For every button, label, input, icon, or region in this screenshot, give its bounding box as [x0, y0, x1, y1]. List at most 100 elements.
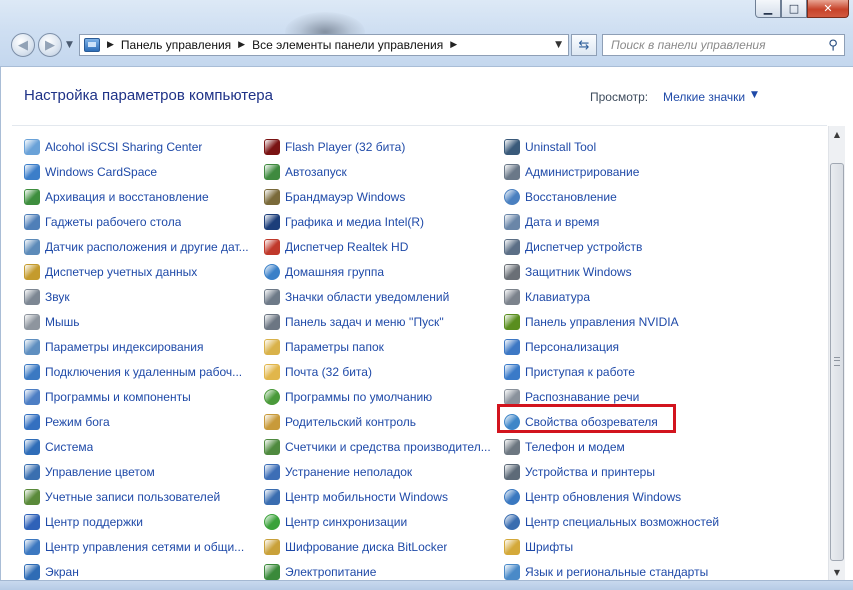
- control-panel-item[interactable]: Мышь: [24, 309, 249, 334]
- control-panel-item[interactable]: Alcohol iSCSI Sharing Center: [24, 134, 249, 159]
- control-panel-item[interactable]: Учетные записи пользователей: [24, 484, 249, 509]
- windows-update-icon: [504, 488, 520, 505]
- control-panel-item-label: Счетчики и средства производител...: [285, 439, 491, 454]
- display-icon: [24, 563, 40, 580]
- control-panel-item[interactable]: Датчик расположения и другие дат...: [24, 234, 249, 259]
- items-column-2: Flash Player (32 бита) Автозапуск Брандмау…: [264, 134, 491, 584]
- control-panel-item[interactable]: Центр поддержки: [24, 509, 249, 534]
- control-panel-item[interactable]: Диспетчер устройств: [504, 234, 719, 259]
- control-panel-item[interactable]: Режим бога: [24, 409, 249, 434]
- control-panel-item-label: Шифрование диска BitLocker: [285, 539, 448, 554]
- keyboard-icon: [504, 288, 520, 305]
- control-panel-item[interactable]: Счетчики и средства производител...: [264, 434, 491, 459]
- remote-desktop-icon: [24, 363, 40, 380]
- control-panel-item[interactable]: Управление цветом: [24, 459, 249, 484]
- control-panel-item-label: Клавиатура: [525, 289, 590, 304]
- back-button[interactable]: ◀: [11, 33, 35, 57]
- control-panel-item[interactable]: Защитник Windows: [504, 259, 719, 284]
- scroll-down-icon[interactable]: ▼: [829, 564, 845, 581]
- control-panel-item[interactable]: Центр обновления Windows: [504, 484, 719, 509]
- control-panel-item[interactable]: Клавиатура: [504, 284, 719, 309]
- control-panel-item[interactable]: Центр мобильности Windows: [264, 484, 491, 509]
- breadcrumb-separator-icon[interactable]: ▶: [107, 40, 114, 50]
- view-by-chevron-down-icon[interactable]: ▼: [751, 90, 758, 100]
- control-panel-icon: [84, 38, 100, 52]
- control-panel-item[interactable]: Восстановление: [504, 184, 719, 209]
- control-panel-item[interactable]: Брандмауэр Windows: [264, 184, 491, 209]
- highlight-box: [497, 404, 676, 433]
- parental-controls-icon: [264, 413, 280, 430]
- control-panel-item[interactable]: Flash Player (32 бита): [264, 134, 491, 159]
- view-by-dropdown[interactable]: Мелкие значки: [663, 90, 745, 104]
- control-panel-item-label: Панель управления NVIDIA: [525, 314, 679, 329]
- scrollbar-thumb[interactable]: [830, 163, 844, 561]
- control-panel-item[interactable]: Программы и компоненты: [24, 384, 249, 409]
- breadcrumb-control-panel[interactable]: Панель управления: [121, 38, 231, 52]
- scroll-up-icon[interactable]: ▲: [829, 126, 845, 143]
- search-box[interactable]: ⚲: [602, 34, 845, 56]
- control-panel-item-label: Устранение неполадок: [285, 464, 413, 479]
- control-panel-item[interactable]: Гаджеты рабочего стола: [24, 209, 249, 234]
- control-panel-item[interactable]: Домашняя группа: [264, 259, 491, 284]
- forward-button[interactable]: ▶: [38, 33, 62, 57]
- control-panel-item[interactable]: Устройства и принтеры: [504, 459, 719, 484]
- control-panel-item[interactable]: Персонализация: [504, 334, 719, 359]
- control-panel-item[interactable]: Дата и время: [504, 209, 719, 234]
- control-panel-item-label: Устройства и принтеры: [525, 464, 655, 479]
- control-panel-item[interactable]: Uninstall Tool: [504, 134, 719, 159]
- control-panel-item[interactable]: Автозапуск: [264, 159, 491, 184]
- control-panel-item[interactable]: Звук: [24, 284, 249, 309]
- control-panel-item[interactable]: Панель управления NVIDIA: [504, 309, 719, 334]
- scrollbar-grip-icon: [834, 357, 840, 366]
- control-panel-item[interactable]: Значки области уведомлений: [264, 284, 491, 309]
- control-panel-item[interactable]: Родительский контроль: [264, 409, 491, 434]
- control-panel-item[interactable]: Графика и медиа Intel(R): [264, 209, 491, 234]
- control-panel-item[interactable]: Шифрование диска BitLocker: [264, 534, 491, 559]
- control-panel-item[interactable]: Центр специальных возможностей: [504, 509, 719, 534]
- vertical-scrollbar[interactable]: ▲ ▼: [828, 126, 845, 581]
- control-panel-item[interactable]: Диспетчер учетных данных: [24, 259, 249, 284]
- close-button[interactable]: ✕: [807, 0, 849, 18]
- control-panel-item[interactable]: Подключения к удаленным рабоч...: [24, 359, 249, 384]
- mobility-center-icon: [264, 488, 280, 505]
- backup-icon: [24, 188, 40, 205]
- control-panel-item[interactable]: Центр управления сетями и общи...: [24, 534, 249, 559]
- control-panel-item[interactable]: Архивация и восстановление: [24, 184, 249, 209]
- control-panel-item[interactable]: Устранение неполадок: [264, 459, 491, 484]
- control-panel-item[interactable]: Параметры папок: [264, 334, 491, 359]
- control-panel-item[interactable]: Панель задач и меню ''Пуск'': [264, 309, 491, 334]
- control-panel-item[interactable]: Windows CardSpace: [24, 159, 249, 184]
- control-panel-item[interactable]: Администрирование: [504, 159, 719, 184]
- control-panel-item[interactable]: Почта (32 бита): [264, 359, 491, 384]
- system-icon: [24, 438, 40, 455]
- breadcrumb-separator-icon[interactable]: ▶: [450, 40, 457, 50]
- address-bar[interactable]: ▶ Панель управления ▶ Все элементы панел…: [79, 34, 569, 56]
- control-panel-item[interactable]: Программы по умолчанию: [264, 384, 491, 409]
- control-panel-item-label: Параметры папок: [285, 339, 384, 354]
- magnifier-icon[interactable]: ⚲: [824, 38, 842, 53]
- control-panel-item-label: Режим бога: [45, 414, 110, 429]
- control-panel-item-label: Распознавание речи: [525, 389, 640, 404]
- recent-pages-chevron-down-icon[interactable]: ▼: [66, 40, 73, 50]
- refresh-button[interactable]: ⇆: [571, 34, 597, 56]
- control-panel-item[interactable]: Телефон и модем: [504, 434, 719, 459]
- breadcrumb-separator-icon[interactable]: ▶: [238, 40, 245, 50]
- address-history-chevron-down-icon[interactable]: ▼: [555, 40, 562, 50]
- control-panel-item[interactable]: Шрифты: [504, 534, 719, 559]
- control-panel-item[interactable]: Приступая к работе: [504, 359, 719, 384]
- homegroup-icon: [264, 263, 280, 280]
- minimize-button[interactable]: ▁: [755, 0, 781, 18]
- control-panel-item-label: Диспетчер устройств: [525, 239, 643, 254]
- search-input[interactable]: [609, 37, 824, 53]
- maximize-button[interactable]: □: [781, 0, 807, 18]
- control-panel-item-label: Программы по умолчанию: [285, 389, 433, 404]
- items-column-3: Uninstall Tool Администрирование Восстанов…: [504, 134, 719, 584]
- breadcrumb-all-items[interactable]: Все элементы панели управления: [252, 38, 443, 52]
- page-title: Настройка параметров компьютера: [24, 87, 273, 104]
- control-panel-item-label: Параметры индексирования: [45, 339, 204, 354]
- control-panel-item[interactable]: Диспетчер Realtek HD: [264, 234, 491, 259]
- control-panel-item[interactable]: Центр синхронизации: [264, 509, 491, 534]
- window-caption-buttons: ▁ □ ✕: [755, 0, 849, 18]
- control-panel-item[interactable]: Параметры индексирования: [24, 334, 249, 359]
- control-panel-item[interactable]: Система: [24, 434, 249, 459]
